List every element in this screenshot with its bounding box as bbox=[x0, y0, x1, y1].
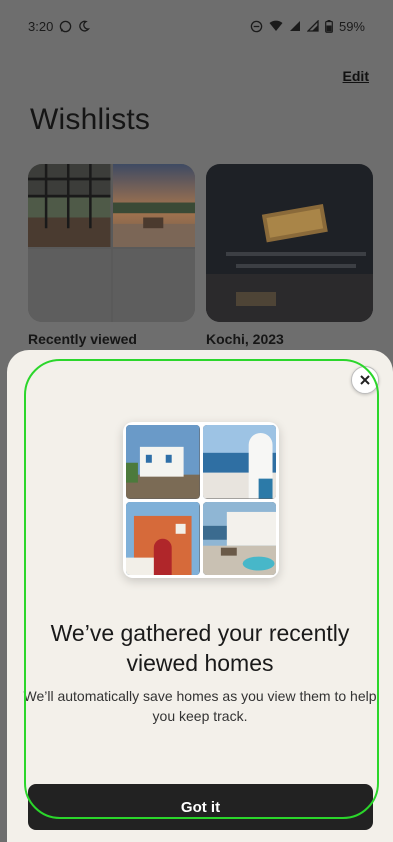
moon-icon bbox=[78, 20, 91, 32]
do-not-disturb-icon bbox=[250, 20, 263, 33]
collage-photo-white-villa bbox=[126, 425, 200, 499]
wishlist-thumbnail bbox=[206, 164, 373, 322]
bottom-sheet: We’ve gathered your recently viewed home… bbox=[7, 350, 393, 842]
wishlist-thumbnail bbox=[28, 164, 195, 322]
battery-percent: 59% bbox=[338, 18, 365, 34]
page-title: Wishlists bbox=[30, 103, 151, 136]
signal-icon bbox=[289, 20, 301, 32]
screen: 3:20 59% Edit Wishlists Recently viewed … bbox=[0, 0, 393, 842]
battery-icon bbox=[325, 19, 333, 33]
status-bar: 3:20 59% bbox=[0, 0, 393, 52]
collage-photo-sea-view-terrace bbox=[202, 425, 276, 499]
collage-photo-pool-patio bbox=[202, 501, 276, 575]
thumbnail-photo-window-view bbox=[28, 164, 111, 248]
collage-photo-orange-house bbox=[126, 501, 200, 575]
homes-collage bbox=[123, 422, 279, 578]
whatsapp-icon bbox=[59, 20, 72, 33]
sheet-description: We’ll automatically save homes as you vi… bbox=[23, 688, 377, 724]
status-time: 3:20 bbox=[28, 18, 54, 34]
close-icon bbox=[360, 375, 370, 385]
wishlist-card-recently-viewed[interactable]: Recently viewed bbox=[28, 164, 195, 347]
got-it-button[interactable]: Got it bbox=[28, 784, 373, 830]
signal-2-icon bbox=[306, 20, 319, 32]
status-right: 59% bbox=[250, 19, 365, 34]
status-left: 3:20 bbox=[28, 18, 91, 34]
thumbnail-placeholder bbox=[112, 249, 195, 322]
wifi-icon bbox=[269, 20, 283, 32]
edit-link[interactable]: Edit bbox=[343, 68, 369, 84]
wishlist-label: Kochi, 2023 bbox=[206, 331, 284, 347]
thumbnail-photo-sunset-terrace bbox=[112, 164, 195, 248]
wishlist-card-kochi[interactable]: Kochi, 2023 bbox=[206, 164, 373, 347]
close-button[interactable] bbox=[351, 366, 379, 394]
thumbnail-photo-night-building bbox=[206, 164, 373, 322]
thumbnail-placeholder bbox=[28, 249, 111, 322]
wishlist-label: Recently viewed bbox=[28, 331, 137, 347]
sheet-title: We’ve gathered your recently viewed home… bbox=[50, 620, 350, 676]
